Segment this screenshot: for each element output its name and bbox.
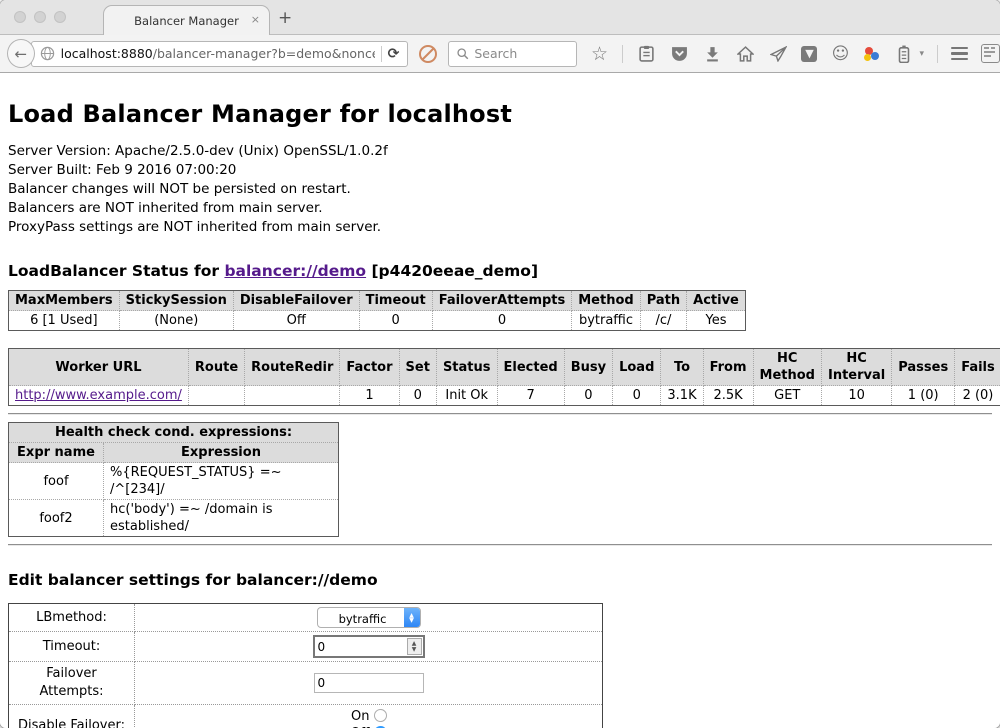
toolbar-divider bbox=[622, 45, 623, 63]
section-divider-1 bbox=[8, 413, 992, 415]
page-content: Load Balancer Manager for localhost Serv… bbox=[0, 73, 1000, 728]
col-hc-method: HC Method bbox=[753, 349, 821, 386]
server-version-line: Server Version: Apache/2.5.0-dev (Unix) … bbox=[8, 142, 992, 161]
col-set: Set bbox=[399, 349, 436, 386]
health-row: foof2 hc('body') =~ /domain is establish… bbox=[9, 500, 339, 537]
col-hc-interval: HC Interval bbox=[821, 349, 891, 386]
url-text[interactable]: localhost:8880/balancer-manager?b=demo&n… bbox=[61, 46, 375, 61]
close-window-button[interactable] bbox=[14, 11, 26, 23]
col-factor: Factor bbox=[340, 349, 399, 386]
battery-dropdown-caret[interactable]: ▾ bbox=[919, 49, 924, 59]
tab-strip: Balancer Manager × + bbox=[0, 0, 1000, 35]
tab-send-icon[interactable]: ▼ bbox=[801, 46, 817, 62]
health-row: foof %{REQUEST_STATUS} =~ /^[234]/ bbox=[9, 463, 339, 500]
window-controls[interactable] bbox=[14, 11, 66, 23]
number-spinner-icon[interactable]: ▲▼ bbox=[407, 638, 422, 655]
edit-settings-heading: Edit balancer settings for balancer://de… bbox=[8, 571, 992, 589]
reload-icon[interactable]: ⟳ bbox=[388, 46, 400, 62]
server-info: Server Version: Apache/2.5.0-dev (Unix) … bbox=[8, 142, 992, 237]
col-path: Path bbox=[640, 291, 686, 311]
search-placeholder: Search bbox=[474, 46, 517, 61]
balancer-demo-link[interactable]: balancer://demo bbox=[224, 262, 366, 280]
failover-attempts-label: Failover Attempts: bbox=[9, 662, 135, 705]
col-timeout: Timeout bbox=[359, 291, 432, 311]
page-title: Load Balancer Manager for localhost bbox=[8, 100, 992, 128]
tab-title: Balancer Manager bbox=[134, 14, 239, 28]
col-elected: Elected bbox=[497, 349, 564, 386]
col-status: Status bbox=[436, 349, 497, 386]
col-failoverattempts: FailoverAttempts bbox=[432, 291, 572, 311]
battery-icon[interactable] bbox=[894, 44, 914, 64]
search-icon bbox=[456, 47, 469, 60]
col-worker-url: Worker URL bbox=[9, 349, 189, 386]
disable-failover-label: Disable Failover: bbox=[9, 705, 135, 728]
toolbar-divider-2 bbox=[937, 45, 938, 63]
col-active: Active bbox=[687, 291, 746, 311]
health-table-title: Health check cond. expressions: bbox=[9, 423, 339, 443]
lbmethod-label: LBmethod: bbox=[9, 604, 135, 632]
tab-close-icon[interactable]: × bbox=[251, 14, 260, 25]
bookmark-star-icon[interactable]: ☆ bbox=[589, 44, 609, 64]
url-bar[interactable]: localhost:8880/balancer-manager?b=demo&n… bbox=[31, 41, 409, 67]
download-icon[interactable] bbox=[702, 44, 722, 64]
urlbar-divider bbox=[381, 46, 382, 62]
col-to: To bbox=[661, 349, 703, 386]
minimize-window-button[interactable] bbox=[34, 11, 46, 23]
back-button[interactable]: ← bbox=[7, 39, 35, 68]
col-passes: Passes bbox=[892, 349, 955, 386]
mosaic-extension-icon[interactable] bbox=[981, 44, 1000, 63]
worker-row: http://www.example.com/ 1 0 Init Ok 7 0 … bbox=[9, 386, 1000, 406]
col-routeredir: RouteRedir bbox=[245, 349, 340, 386]
server-built-line: Server Built: Feb 9 2016 07:00:20 bbox=[8, 161, 992, 180]
col-method: Method bbox=[572, 291, 640, 311]
send-icon[interactable] bbox=[768, 44, 788, 64]
col-disablefailover: DisableFailover bbox=[233, 291, 359, 311]
lbmethod-select[interactable]: bytraffic ▲▼ bbox=[317, 607, 421, 628]
failover-attempts-input[interactable] bbox=[314, 673, 424, 693]
col-busy: Busy bbox=[564, 349, 612, 386]
reading-list-icon[interactable] bbox=[636, 44, 656, 64]
menu-icon[interactable] bbox=[951, 47, 968, 61]
persist-note-line: Balancer changes will NOT be persisted o… bbox=[8, 180, 992, 199]
pocket-icon[interactable] bbox=[669, 44, 689, 64]
proxypass-note-line: ProxyPass settings are NOT inherited fro… bbox=[8, 218, 992, 237]
select-stepper-icon: ▲▼ bbox=[404, 608, 420, 627]
col-route: Route bbox=[188, 349, 244, 386]
inherit-note-line: Balancers are NOT inherited from main se… bbox=[8, 199, 992, 218]
navigation-toolbar: ← localhost:8880/balancer-manager?b=demo… bbox=[0, 35, 1000, 73]
col-load: Load bbox=[613, 349, 661, 386]
search-input[interactable]: Search bbox=[448, 41, 577, 67]
balancer-status-table: MaxMembers StickySession DisableFailover… bbox=[8, 290, 746, 331]
globe-icon bbox=[40, 46, 55, 61]
browser-window: Balancer Manager × + ← localhost:8880/ba… bbox=[0, 0, 1000, 728]
radio-on-unchecked[interactable] bbox=[374, 709, 387, 722]
col-fails: Fails bbox=[955, 349, 1000, 386]
edit-balancer-form: LBmethod: bytraffic ▲▼ Timeout: 0 ▲▼ bbox=[8, 603, 603, 728]
col-expr-name: Expr name bbox=[9, 443, 104, 463]
balancer-status-row: 6 [1 Used] (None) Off 0 0 bytraffic /c/ … bbox=[9, 311, 746, 331]
zoom-window-button[interactable] bbox=[54, 11, 66, 23]
failover-on-option[interactable]: On bbox=[351, 709, 387, 724]
section-divider-2 bbox=[8, 544, 992, 546]
worker-table: Worker URL Route RouteRedir Factor Set S… bbox=[8, 348, 1000, 406]
timeout-label: Timeout: bbox=[9, 632, 135, 662]
col-maxmembers: MaxMembers bbox=[9, 291, 120, 311]
timeout-input[interactable]: 0 ▲▼ bbox=[313, 635, 425, 658]
tab-balancer-manager[interactable]: Balancer Manager × bbox=[103, 5, 270, 36]
plugin-blocked-icon[interactable] bbox=[418, 44, 438, 64]
new-tab-button[interactable]: + bbox=[278, 8, 292, 28]
col-expression: Expression bbox=[104, 443, 339, 463]
worker-url-link[interactable]: http://www.example.com/ bbox=[15, 388, 182, 403]
home-icon[interactable] bbox=[735, 44, 755, 64]
col-stickysession: StickySession bbox=[119, 291, 233, 311]
extension-dots-icon[interactable] bbox=[863, 45, 881, 63]
loadbalancer-status-heading: LoadBalancer Status for balancer://demo … bbox=[8, 262, 992, 280]
health-check-table: Health check cond. expressions: Expr nam… bbox=[8, 422, 339, 537]
col-from: From bbox=[703, 349, 753, 386]
feedback-smiley-icon[interactable]: ☺ bbox=[830, 44, 850, 64]
